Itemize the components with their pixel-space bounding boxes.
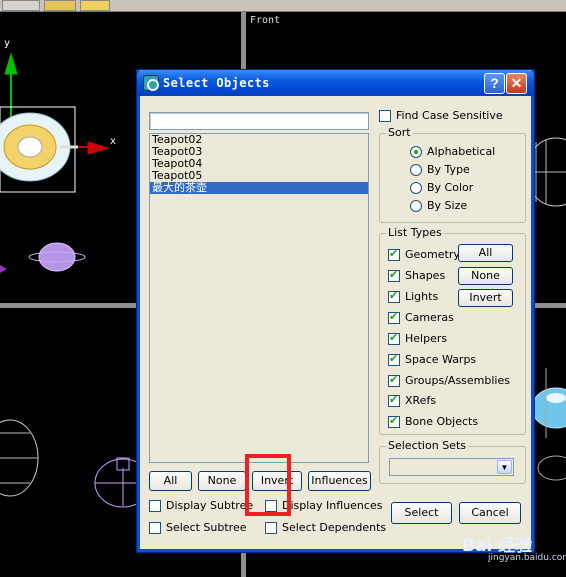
checkbox-label: Shapes [405,269,446,282]
list-types-invert-button[interactable]: Invert [458,289,513,307]
sort-by-type-radio[interactable]: By Type [410,163,520,177]
main-toolbar [0,0,566,12]
list-item-selected[interactable]: 最大的茶壶 [150,182,368,194]
sort-by-color-radio[interactable]: By Color [410,181,520,195]
selection-sets-group-title: Selection Sets [386,439,468,452]
list-type-cameras-checkbox[interactable]: Cameras [388,310,508,325]
select-all-button[interactable]: All [149,471,192,491]
toolbar-button-active[interactable] [44,0,76,11]
checkbox-label: Find Case Sensitive [396,109,503,122]
close-button[interactable]: ✕ [506,73,527,94]
max-app-icon [143,75,159,91]
help-button[interactable]: ? [484,73,505,94]
checkbox-box[interactable] [388,352,400,366]
list-types-none-button[interactable]: None [458,267,513,285]
checkbox-label: Lights [405,290,439,303]
checkbox-box[interactable] [388,268,400,282]
checkbox-label: Bone Objects [405,415,479,428]
cancel-button[interactable]: Cancel [459,502,521,524]
sort-alphabetical-radio[interactable]: Alphabetical [410,145,520,159]
close-icon: ✕ [510,75,523,91]
checkbox-box[interactable] [265,522,277,534]
axis-x-label: x [110,136,117,147]
radio-label: By Size [427,199,468,212]
search-input[interactable] [149,112,369,130]
checkbox-label: Geometry [405,248,460,261]
list-type-groups-checkbox[interactable]: Groups/Assemblies [388,373,518,388]
select-dependents-checkbox[interactable]: Select Dependents [265,521,387,535]
checkbox-label: Select Dependents [282,521,387,534]
checkbox-box[interactable] [388,331,400,345]
list-type-helpers-checkbox[interactable]: Helpers [388,331,508,346]
radio-label: Alphabetical [427,145,496,158]
list-type-geometry-checkbox[interactable]: Geometry [388,247,468,262]
radio-button[interactable] [410,146,422,158]
checkbox-label: Select Subtree [166,521,247,534]
checkbox-box[interactable] [388,289,400,303]
object-list[interactable]: Teapot02 Teapot03 Teapot04 Teapot05 最大的茶… [149,133,369,463]
list-types-group: List Types Geometry Shapes Lights Camera… [379,226,526,435]
radio-button[interactable] [410,182,422,194]
checkbox-box[interactable] [149,500,161,512]
toolbar-button[interactable] [2,0,40,11]
radio-label: By Type [427,163,470,176]
checkbox-label: Helpers [405,332,448,345]
sort-by-size-radio[interactable]: By Size [410,199,520,213]
list-type-space-warps-checkbox[interactable]: Space Warps [388,352,508,367]
checkbox-box[interactable] [388,310,400,324]
chevron-down-icon[interactable]: ▼ [497,460,512,474]
checkbox-box[interactable] [388,414,400,428]
checkbox-label: Display Subtree [166,499,254,512]
checkbox-box[interactable] [149,522,161,534]
sort-group: Sort Alphabetical By Type By Color By Si… [379,126,526,223]
list-type-shapes-checkbox[interactable]: Shapes [388,268,468,283]
sort-group-title: Sort [386,126,413,139]
select-none-button[interactable]: None [198,471,246,491]
checkbox-label: XRefs [405,394,437,407]
checkbox-label: Cameras [405,311,454,324]
checkbox-label: Display Influences [282,499,383,512]
checkbox-box[interactable] [388,393,400,407]
list-type-bone-objects-checkbox[interactable]: Bone Objects [388,414,508,429]
axis-y-label: y [4,38,11,49]
watermark-url: jingyan.baidu.com [488,553,566,563]
checkbox-box[interactable] [379,110,391,122]
list-types-group-title: List Types [386,226,444,239]
checkbox-box[interactable] [388,373,400,387]
find-case-sensitive-checkbox[interactable]: Find Case Sensitive [379,109,529,123]
radio-label: By Color [427,181,474,194]
select-button[interactable]: Select [391,502,452,524]
select-subtree-checkbox[interactable]: Select Subtree [149,521,259,535]
influences-button[interactable]: Influences [308,471,371,491]
list-type-xrefs-checkbox[interactable]: XRefs [388,393,508,408]
toolbar-button[interactable] [80,0,110,11]
selection-sets-dropdown[interactable]: ▼ [389,458,514,476]
highlight-annotation [245,454,291,516]
checkbox-box[interactable] [388,247,400,261]
checkbox-label: Space Warps [405,353,477,366]
checkbox-label: Groups/Assemblies [405,374,510,387]
list-type-lights-checkbox[interactable]: Lights [388,289,468,304]
dialog-titlebar[interactable]: Select Objects ? ✕ [137,70,534,96]
radio-button[interactable] [410,164,422,176]
list-types-all-button[interactable]: All [458,244,513,262]
dialog-title: Select Objects [163,76,270,90]
selection-sets-group: Selection Sets ▼ [379,439,526,484]
display-subtree-checkbox[interactable]: Display Subtree [149,499,259,513]
select-objects-dialog: Select Objects ? ✕ Teapot02 Teapot03 Tea… [137,70,534,552]
radio-button[interactable] [410,200,422,212]
